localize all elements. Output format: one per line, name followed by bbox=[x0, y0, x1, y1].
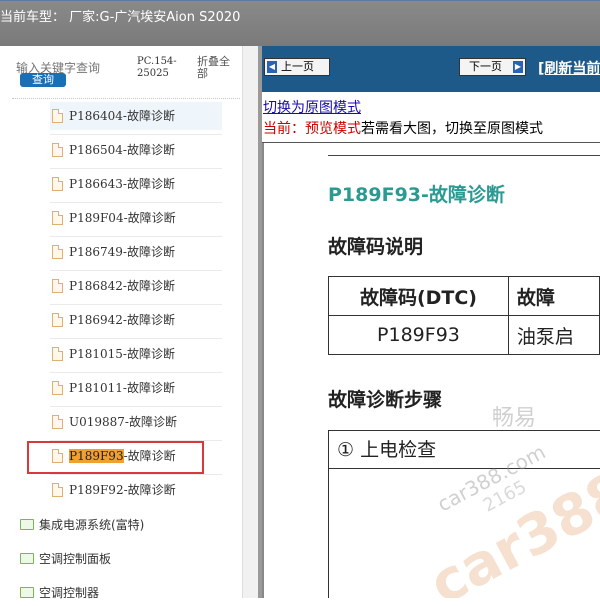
folder-label: 空调控制器 bbox=[39, 586, 100, 600]
folder-icon bbox=[20, 553, 34, 564]
folder-icon bbox=[20, 587, 34, 598]
table-row: P189F93 油泵启 bbox=[328, 315, 600, 355]
watermark-cn: 畅易 bbox=[492, 406, 537, 431]
tree-item-label: P186404-故障诊断 bbox=[69, 109, 175, 123]
view-mode-status: 当前：预览模式若需看大图，切换至原图模式 bbox=[263, 118, 543, 138]
table-cell: 油泵启 bbox=[507, 315, 600, 355]
table-header-cell: 故障码(DTC) bbox=[328, 276, 509, 316]
tree-item-label: P186942-故障诊断 bbox=[69, 313, 175, 327]
tree-item-label: P186749-故障诊断 bbox=[69, 245, 175, 259]
file-icon bbox=[52, 279, 63, 293]
divider bbox=[50, 406, 222, 407]
sidebar-scrollbar[interactable] bbox=[242, 46, 258, 598]
tree-item-label: P189F92-故障诊断 bbox=[69, 483, 176, 497]
tree-item[interactable]: P181015-故障诊断 bbox=[50, 340, 222, 368]
tree-item[interactable]: P186942-故障诊断 bbox=[50, 306, 222, 334]
divider bbox=[50, 236, 222, 237]
divider bbox=[50, 304, 222, 305]
tree-item[interactable]: P186404-故障诊断 bbox=[50, 102, 222, 130]
file-icon bbox=[52, 109, 63, 123]
step-box: ① 上电检查 bbox=[328, 430, 600, 598]
file-icon bbox=[52, 245, 63, 259]
tree-item[interactable]: U019887-故障诊断 bbox=[50, 408, 222, 436]
tree-item[interactable]: P181011-故障诊断 bbox=[50, 374, 222, 402]
tree-item-label: P186643-故障诊断 bbox=[69, 177, 175, 191]
top-bar: 当前车型： 厂家:G-广汽埃安Aion S2020 bbox=[0, 0, 600, 46]
folder-label: 集成电源系统(富特) bbox=[39, 518, 145, 532]
divider bbox=[50, 270, 222, 271]
current-vehicle-label: 当前车型： 厂家:G-广汽埃安Aion S2020 bbox=[0, 10, 241, 25]
arrow-left-icon: ◀ bbox=[267, 61, 277, 73]
divider bbox=[12, 98, 240, 99]
search-button[interactable]: 查询 bbox=[20, 73, 66, 87]
tree-item-label: P186504-故障诊断 bbox=[69, 143, 175, 157]
status-mode: 当前：预览模式 bbox=[263, 121, 361, 137]
tree-item[interactable]: P186643-故障诊断 bbox=[50, 170, 222, 198]
prev-page-label: 上一页 bbox=[281, 60, 314, 73]
tree-item-label: P189F04-故障诊断 bbox=[69, 211, 176, 225]
document-title: P189F93-故障诊断 bbox=[328, 184, 505, 206]
folder-label: 空调控制面板 bbox=[39, 552, 112, 566]
tree-item[interactable]: P189F92-故障诊断 bbox=[50, 476, 222, 504]
next-page-label: 下一页 bbox=[469, 60, 502, 73]
prev-page-button[interactable]: ◀ 上一页 bbox=[264, 58, 330, 76]
document-viewer: ◀ 上一页 下一页 ▶ [刷新当前 切换为原图模式 当前：预览模式若需看大图，切… bbox=[262, 46, 600, 598]
tree-item[interactable]: P186504-故障诊断 bbox=[50, 136, 222, 164]
table-header-row: 故障码(DTC) 故障 bbox=[328, 276, 600, 316]
status-hint: 若需看大图，切换至原图模式 bbox=[361, 121, 543, 137]
dtc-table: 故障码(DTC) 故障 P189F93 油泵启 bbox=[328, 276, 600, 355]
file-icon bbox=[52, 381, 63, 395]
step-header: ① 上电检查 bbox=[329, 431, 600, 469]
table-cell: P189F93 bbox=[328, 315, 509, 355]
refresh-link[interactable]: [刷新当前 bbox=[538, 58, 600, 78]
divider bbox=[262, 142, 600, 143]
divider bbox=[50, 338, 222, 339]
divider bbox=[50, 202, 222, 203]
tree-item[interactable]: P189F04-故障诊断 bbox=[50, 204, 222, 232]
collapse-all-button[interactable]: 折叠全部 bbox=[197, 56, 239, 80]
folder-icon bbox=[20, 519, 34, 530]
sidebar: 查询 PC.154-25025 折叠全部 P186404-故障诊断 P18650… bbox=[0, 46, 258, 600]
section-heading: 故障码说明 bbox=[328, 236, 424, 258]
file-icon bbox=[52, 483, 63, 497]
tree-item[interactable]: P186842-故障诊断 bbox=[50, 272, 222, 300]
doc-code: PC.154-25025 bbox=[137, 56, 177, 79]
tree-item-label: P181011-故障诊断 bbox=[69, 381, 175, 395]
divider bbox=[50, 134, 222, 135]
divider bbox=[50, 474, 222, 475]
switch-original-mode-link[interactable]: 切换为原图模式 bbox=[263, 97, 361, 117]
page-rule bbox=[328, 155, 600, 156]
file-icon bbox=[52, 415, 63, 429]
tree-item-label: P186842-故障诊断 bbox=[69, 279, 175, 293]
file-icon bbox=[52, 143, 63, 157]
page-border bbox=[262, 143, 264, 598]
divider bbox=[50, 168, 222, 169]
file-icon bbox=[52, 211, 63, 225]
divider bbox=[50, 372, 222, 373]
tree-item-label: P181015-故障诊断 bbox=[69, 347, 175, 361]
file-icon bbox=[52, 177, 63, 191]
file-icon bbox=[52, 313, 63, 327]
top-separator bbox=[0, 0, 600, 1]
viewer-toolbar: ◀ 上一页 下一页 ▶ [刷新当前 bbox=[262, 46, 600, 92]
tree-item[interactable]: P186749-故障诊断 bbox=[50, 238, 222, 266]
arrow-right-icon: ▶ bbox=[513, 61, 523, 73]
table-header-cell: 故障 bbox=[507, 276, 600, 316]
annotation-highlight-box bbox=[27, 441, 204, 474]
next-page-button[interactable]: 下一页 ▶ bbox=[459, 58, 526, 76]
section-heading: 故障诊断步骤 bbox=[328, 389, 443, 411]
file-icon bbox=[52, 347, 63, 361]
tree-item-label: U019887-故障诊断 bbox=[69, 415, 177, 429]
